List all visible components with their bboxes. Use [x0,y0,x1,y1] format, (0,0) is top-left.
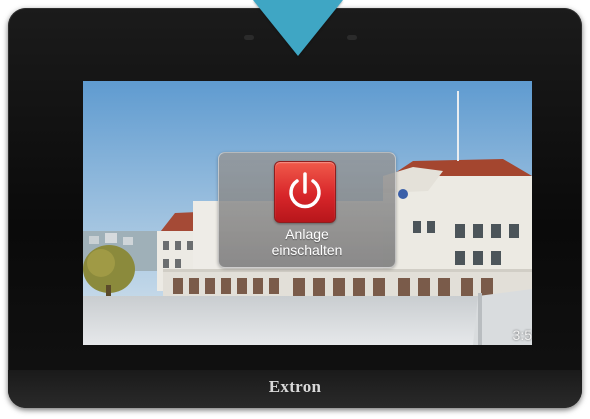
power-label-line1: Anlage [285,226,329,242]
pointer-arrow-icon [253,0,343,56]
brand-logo: Extron [268,377,322,396]
power-label-line2: einschalten [271,242,343,258]
sensor-right [347,35,357,40]
clock-text: 3:5 [512,327,532,343]
power-button[interactable] [274,161,336,223]
power-button-label[interactable]: Anlage einschalten [219,226,395,258]
power-icon [289,172,321,209]
power-panel: Anlage einschalten [218,152,396,268]
touch-screen[interactable]: 3:5 Anlage einschalten [83,81,532,345]
